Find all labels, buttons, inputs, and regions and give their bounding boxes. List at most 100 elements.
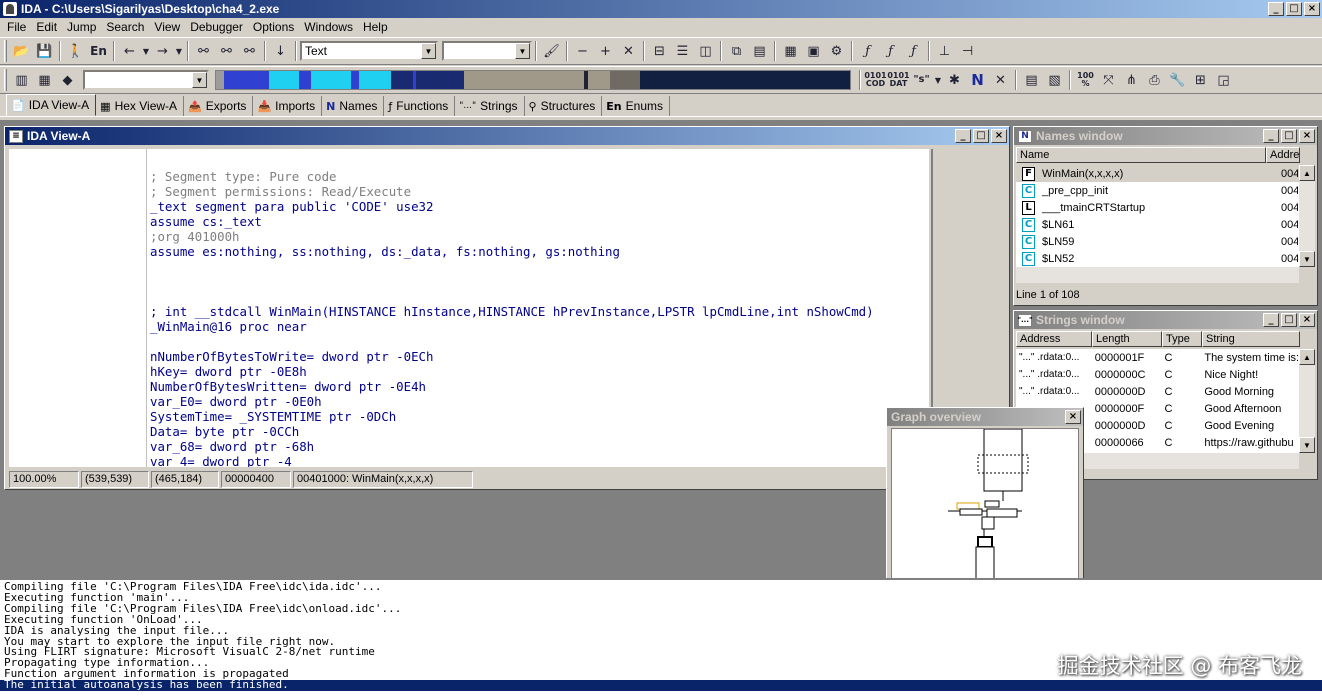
list-view-icon[interactable]: ▤ xyxy=(748,40,771,62)
person-icon[interactable]: 🚶 xyxy=(64,40,87,62)
names-vertical-scrollbar[interactable]: ▲ ▼ xyxy=(1299,165,1315,267)
forward-arrow-icon[interactable]: → xyxy=(151,40,174,62)
strings-minimize-button[interactable]: _ xyxy=(1263,313,1279,327)
fit-icon[interactable]: ⤧ xyxy=(1097,69,1120,91)
code-line[interactable] xyxy=(150,259,874,274)
names-close-button[interactable]: × xyxy=(1299,129,1315,143)
window-vsplit-icon[interactable]: ◫ xyxy=(694,40,717,62)
enum-icon[interactable]: ▧ xyxy=(1043,69,1066,91)
scroll-up-icon-2[interactable]: ▲ xyxy=(1299,349,1315,365)
dropdown-arrow-icon-3[interactable]: ▼ xyxy=(933,69,943,91)
strings-list-item[interactable]: "..." .rdata:0... 0000000D C Good Morning xyxy=(1016,383,1299,400)
tab-strings[interactable]: "..." Strings xyxy=(455,96,525,116)
print-icon[interactable]: ⎙ xyxy=(1143,69,1166,91)
names-list[interactable]: FWinMain(x,x,x,x)0040C_pre_cpp_init0040L… xyxy=(1016,165,1299,267)
code-line[interactable]: var_E0= dword ptr -0E0h xyxy=(150,394,874,409)
zoom-icon[interactable]: 100 % xyxy=(1074,69,1097,91)
close-button[interactable]: × xyxy=(1304,2,1320,16)
names-list-item[interactable]: L ___tmainCRTStartup 0040 xyxy=(1016,199,1299,216)
graph-overview-titlebar[interactable]: Graph overview × xyxy=(887,408,1083,426)
strings-col-type[interactable]: Type xyxy=(1162,331,1202,347)
names-col-name[interactable]: Name xyxy=(1016,147,1266,163)
code-line[interactable]: var_68= dword ptr -68h xyxy=(150,439,874,454)
code-line[interactable] xyxy=(150,274,874,289)
code-line[interactable]: nNumberOfBytesToWrite= dword ptr -0ECh xyxy=(150,349,874,364)
code-icon[interactable]: 0101 COD xyxy=(864,69,887,91)
names-list-item[interactable]: C $LN52 0040 xyxy=(1016,250,1299,267)
strings-list-item[interactable]: "..." .rdata:0... 0000000C C Nice Night! xyxy=(1016,366,1299,383)
menu-debugger[interactable]: Debugger xyxy=(185,20,248,34)
code-line[interactable]: assume cs:_text xyxy=(150,214,874,229)
maximize-button[interactable]: □ xyxy=(1286,2,1302,16)
scroll-up-icon[interactable]: ▲ xyxy=(1299,165,1315,181)
function-icon[interactable]: ƒ xyxy=(856,40,879,62)
code-line[interactable]: SystemTime= _SYSTEMTIME ptr -0DCh xyxy=(150,409,874,424)
ida-view-minimize-button[interactable]: _ xyxy=(955,129,971,143)
menu-edit[interactable]: Edit xyxy=(31,20,62,34)
binoculars-hex-icon[interactable]: ⚯ xyxy=(238,40,261,62)
menu-windows[interactable]: Windows xyxy=(299,20,358,34)
asterisk-icon[interactable]: ✱ xyxy=(943,69,966,91)
back-arrow-icon[interactable]: ← xyxy=(118,40,141,62)
tab-hex-view-a[interactable]: ▦ Hex View-A xyxy=(96,96,185,116)
names-list-item[interactable]: F WinMain(x,x,x,x) 0040 xyxy=(1016,165,1299,182)
code-line[interactable] xyxy=(150,289,874,304)
scroll-down-icon-2[interactable]: ▼ xyxy=(1299,437,1315,453)
code-line[interactable]: var_4= dword ptr -4 xyxy=(150,454,874,467)
menu-help[interactable]: Help xyxy=(358,20,393,34)
code-line[interactable]: assume es:nothing, ss:nothing, ds:_data,… xyxy=(150,244,874,259)
binoculars-next-icon[interactable]: ⚯ xyxy=(215,40,238,62)
dropdown-arrow-icon-2[interactable]: ▼ xyxy=(174,40,184,62)
names-col-address[interactable]: Addre xyxy=(1266,147,1300,163)
chevron-down-icon-3[interactable]: ▼ xyxy=(192,72,207,88)
strings-list-item[interactable]: "..." .rdata:0... 0000001F C The system tim… xyxy=(1016,349,1299,366)
name-n-icon[interactable]: N xyxy=(966,69,989,91)
menu-view[interactable]: View xyxy=(149,20,185,34)
strings-vertical-scrollbar[interactable]: ▲ ▼ xyxy=(1299,349,1315,453)
table-icon[interactable]: ▣ xyxy=(802,40,825,62)
brush-icon[interactable]: 🖌 xyxy=(540,40,563,62)
code-line[interactable]: ;org 401000h xyxy=(150,229,874,244)
strings-close-button[interactable]: × xyxy=(1299,313,1315,327)
code-line[interactable]: Data= byte ptr -0CCh xyxy=(150,424,874,439)
function-edit-icon[interactable]: ƒ xyxy=(879,40,902,62)
names-maximize-button[interactable]: □ xyxy=(1281,129,1297,143)
binoculars-icon[interactable]: ⚯ xyxy=(192,40,215,62)
wrench-icon[interactable]: 🔧 xyxy=(1166,69,1189,91)
code-line[interactable]: _WinMain@16 proc near xyxy=(150,319,874,334)
minus-icon[interactable]: − xyxy=(571,40,594,62)
names-list-item[interactable]: C _pre_cpp_init 0040 xyxy=(1016,182,1299,199)
string-icon[interactable]: "s" xyxy=(910,69,933,91)
calculator-icon[interactable]: ▦ xyxy=(779,40,802,62)
function-end-icon[interactable]: ƒ xyxy=(902,40,925,62)
en-button[interactable]: En xyxy=(87,40,110,62)
strings-window-titlebar[interactable]: "..." Strings window _ □ × xyxy=(1014,311,1317,329)
names-horizontal-scrollbar[interactable] xyxy=(1016,267,1299,283)
open-folder-icon[interactable]: 📂 xyxy=(10,40,33,62)
tab-ida-view-a[interactable]: 📄 IDA View-A xyxy=(6,94,97,116)
code-line[interactable]: ; Segment type: Pure code xyxy=(150,169,874,184)
data-icon[interactable]: 0101 DAT xyxy=(887,69,910,91)
output-window[interactable]: Compiling file 'C:\Program Files\IDA Fre… xyxy=(0,578,1322,698)
tab-structures[interactable]: ⚲ Structures xyxy=(525,96,603,116)
names-list-item[interactable]: C $LN59 0040 xyxy=(1016,233,1299,250)
toolbar-grip[interactable] xyxy=(4,40,7,62)
cross-ref-icon[interactable]: ⊣ xyxy=(956,40,979,62)
graph-overview-canvas[interactable] xyxy=(891,428,1079,602)
chevron-down-icon[interactable]: ▼ xyxy=(421,43,436,59)
tab-functions[interactable]: ƒ Functions xyxy=(384,96,456,116)
menu-jump[interactable]: Jump xyxy=(62,20,101,34)
code-line[interactable]: _text segment para public 'CODE' use32 xyxy=(150,199,874,214)
secondary-combo[interactable]: ▼ xyxy=(442,41,532,61)
names-minimize-button[interactable]: _ xyxy=(1263,129,1279,143)
graph-overview-close-button[interactable]: × xyxy=(1065,410,1081,424)
bar-graph-icon[interactable]: ⊥ xyxy=(933,40,956,62)
hierarchy-icon[interactable]: ⋔ xyxy=(1120,69,1143,91)
code-line[interactable]: NumberOfBytesWritten= dword ptr -0E4h xyxy=(150,379,874,394)
window-hsplit-icon[interactable]: ☰ xyxy=(671,40,694,62)
tab-imports[interactable]: 📥 Imports xyxy=(253,96,323,116)
navigation-band[interactable] xyxy=(215,70,851,90)
layout-icon[interactable]: ◲ xyxy=(1212,69,1235,91)
chevron-down-icon-2[interactable]: ▼ xyxy=(515,43,530,59)
gear-icon[interactable]: ⚙ xyxy=(825,40,848,62)
